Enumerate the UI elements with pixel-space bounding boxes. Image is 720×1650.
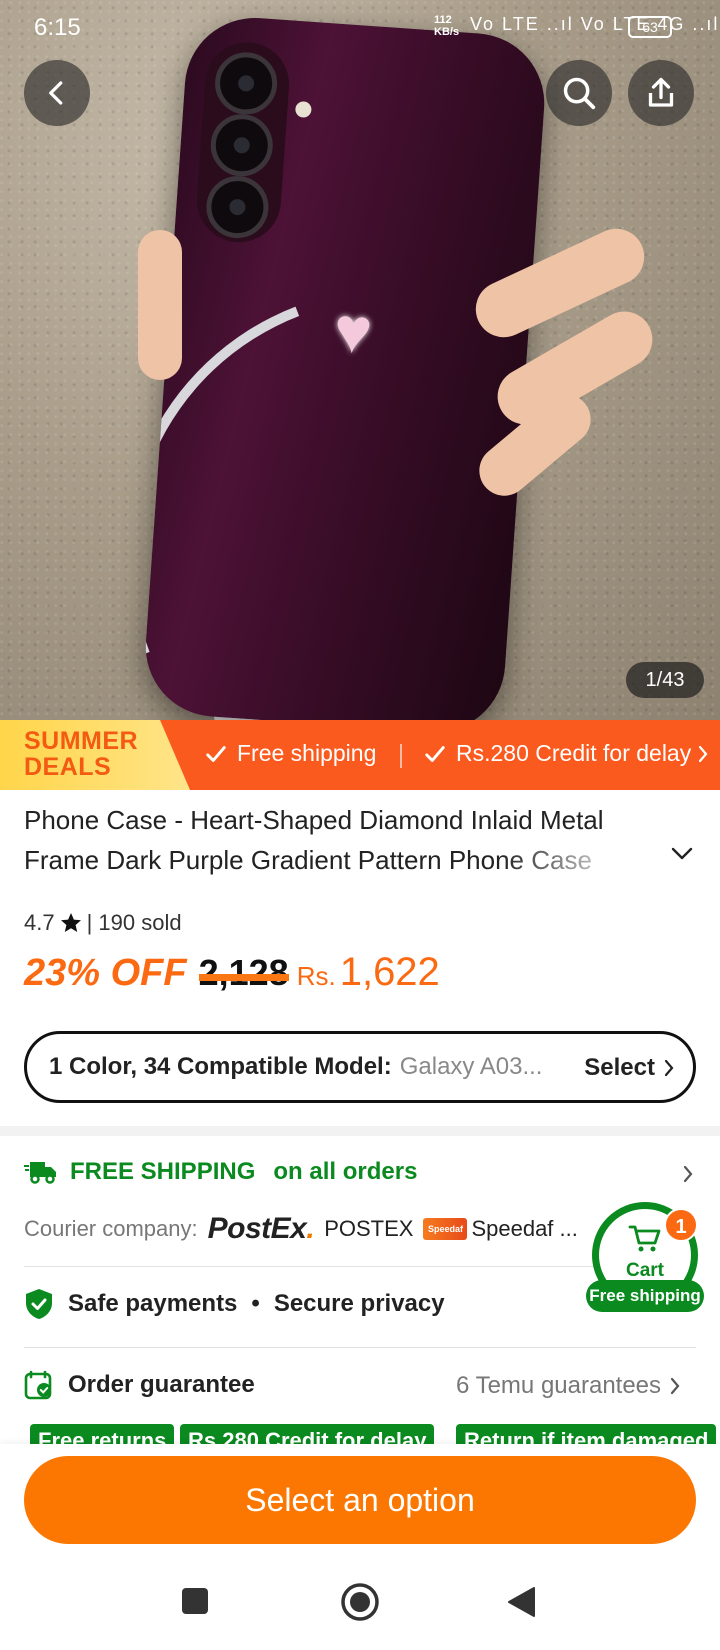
price-row: 23% OFF 2,128 Rs. 1,622 — [24, 950, 440, 995]
sold-count: | 190 sold — [86, 910, 182, 935]
guarantee-chips: Free returns Rs.280 Credit for delay Ret… — [24, 1424, 720, 1444]
floating-cart-button[interactable]: Cart 1 Free shipping — [586, 1202, 704, 1312]
order-guarantee-title: Order guarantee — [68, 1371, 255, 1398]
safe-payments-label: Safe payments — [68, 1290, 238, 1317]
rating-value: 4.7 — [24, 910, 55, 935]
separator-dot: • — [251, 1290, 260, 1317]
summer-deals-badge: SUMMER DEALS — [0, 720, 190, 790]
product-image: ♥ — [141, 13, 549, 720]
guarantee-count-link[interactable]: 6 Temu guarantees — [456, 1372, 681, 1400]
chevron-right-icon — [664, 1059, 674, 1077]
guarantee-chip: Rs.280 Credit for delay — [180, 1424, 435, 1444]
expand-title-button[interactable] — [670, 846, 694, 867]
search-button[interactable] — [546, 60, 612, 126]
flash — [294, 100, 312, 118]
square-icon — [182, 1588, 208, 1614]
recents-button[interactable] — [180, 1586, 210, 1621]
cart-label: Cart — [625, 1260, 664, 1281]
title-fade — [500, 842, 660, 882]
discount-badge: 23% OFF — [24, 952, 187, 994]
free-shipping-promo: Free shipping — [205, 740, 376, 767]
cart-free-shipping: Free shipping — [586, 1280, 704, 1312]
courier-row: Courier company: PostEx. POSTEX Speedaf … — [24, 1212, 578, 1246]
safe-payments-row[interactable]: Safe payments • Secure privacy — [24, 1288, 445, 1320]
divider — [400, 744, 402, 768]
free-shipping-subtitle: on all orders — [273, 1158, 418, 1185]
chevron-left-icon — [49, 81, 63, 105]
credit-label: Rs.280 Credit for delay — [456, 740, 692, 766]
shield-check-icon — [26, 1289, 52, 1319]
section-divider — [0, 1126, 720, 1136]
guarantee-chip: Return if item damaged — [456, 1424, 717, 1444]
status-time: 6:15 — [34, 14, 81, 41]
status-bar: 6:15 112 KB/s Vo LTE ..ıl Vo LTE 4G ..ıl… — [0, 0, 720, 56]
divider — [24, 1347, 696, 1348]
chevron-right-icon — [683, 1165, 693, 1183]
network-speed: 112 KB/s — [434, 14, 460, 38]
share-icon — [648, 77, 674, 107]
camera-lens — [208, 112, 275, 179]
bottom-action-bar: Select an option — [0, 1444, 720, 1564]
variant-label: 1 Color, 34 Compatible Model: — [49, 1053, 392, 1080]
image-counter: 1/43 — [626, 662, 704, 698]
free-shipping-label: Free shipping — [237, 740, 377, 766]
select-option-button[interactable]: Select an option — [24, 1456, 696, 1544]
rating-row[interactable]: 4.7 | 190 sold — [24, 910, 182, 936]
back-button[interactable] — [24, 60, 90, 126]
free-shipping-row[interactable]: FREE SHIPPING on all orders — [24, 1158, 417, 1186]
system-nav-bar — [0, 1564, 720, 1650]
postex-logo: PostEx. — [207, 1212, 315, 1245]
camera-lens — [204, 174, 271, 241]
cart-icon — [628, 1225, 661, 1252]
product-image-gallery[interactable]: ♥ 6:15 112 KB/s Vo LTE ..ıl Vo LTE 4G ..… — [0, 0, 720, 720]
home-circle-icon — [341, 1583, 379, 1621]
cart-count-badge: 1 — [664, 1208, 698, 1242]
free-shipping-title: FREE SHIPPING — [70, 1158, 256, 1185]
back-nav-button[interactable] — [506, 1586, 536, 1623]
home-button[interactable] — [340, 1582, 380, 1627]
chevron-right-icon — [699, 745, 708, 762]
share-button[interactable] — [628, 60, 694, 126]
variant-selector[interactable]: 1 Color, 34 Compatible Model: Galaxy A03… — [24, 1031, 696, 1103]
courier-name: POSTEX — [324, 1216, 414, 1241]
thumb — [138, 230, 182, 380]
original-price: 2,128 — [198, 952, 289, 993]
variant-value: Galaxy A03... — [399, 1053, 543, 1080]
promo-banner[interactable]: SUMMER DEALS Free shipping Rs.280 Credit… — [0, 720, 720, 790]
heart-diamond: ♥ — [331, 293, 375, 368]
signal-icons: Vo LTE ..ıl Vo LTE 4G ..ıl — [470, 14, 720, 34]
variant-select-button[interactable]: Select — [584, 1054, 675, 1082]
courier-label: Courier company: — [24, 1216, 198, 1241]
select-label: Select — [584, 1054, 655, 1081]
currency-symbol: Rs. — [296, 961, 336, 991]
search-icon — [563, 77, 596, 110]
guarantee-count: 6 Temu guarantees — [456, 1372, 662, 1399]
camera-lens — [213, 50, 280, 117]
summer-deals-line2: DEALS — [24, 753, 112, 781]
courier-name-2: Speedaf ... — [471, 1216, 578, 1241]
credit-promo: Rs.280 Credit for delay — [424, 740, 709, 767]
star-icon — [60, 913, 81, 932]
check-icon — [206, 745, 226, 762]
triangle-back-icon — [508, 1587, 535, 1617]
postex-logo-text: PostEx — [207, 1212, 307, 1245]
guarantee-icon — [24, 1370, 52, 1400]
guarantee-chip: Free returns — [30, 1424, 175, 1444]
chevron-down-icon — [671, 847, 693, 860]
order-guarantee-row[interactable]: Order guarantee — [24, 1370, 255, 1400]
chevron-right-icon — [670, 1377, 680, 1395]
check-icon — [425, 745, 445, 762]
truck-icon — [24, 1162, 56, 1184]
summer-deals-line1: SUMMER — [24, 727, 139, 755]
secure-privacy-label: Secure privacy — [273, 1290, 445, 1317]
speedaf-logo: Speedaf — [423, 1218, 468, 1240]
current-price: 1,622 — [339, 950, 440, 994]
camera-module — [194, 39, 292, 246]
battery-icon: 63 — [628, 16, 672, 38]
